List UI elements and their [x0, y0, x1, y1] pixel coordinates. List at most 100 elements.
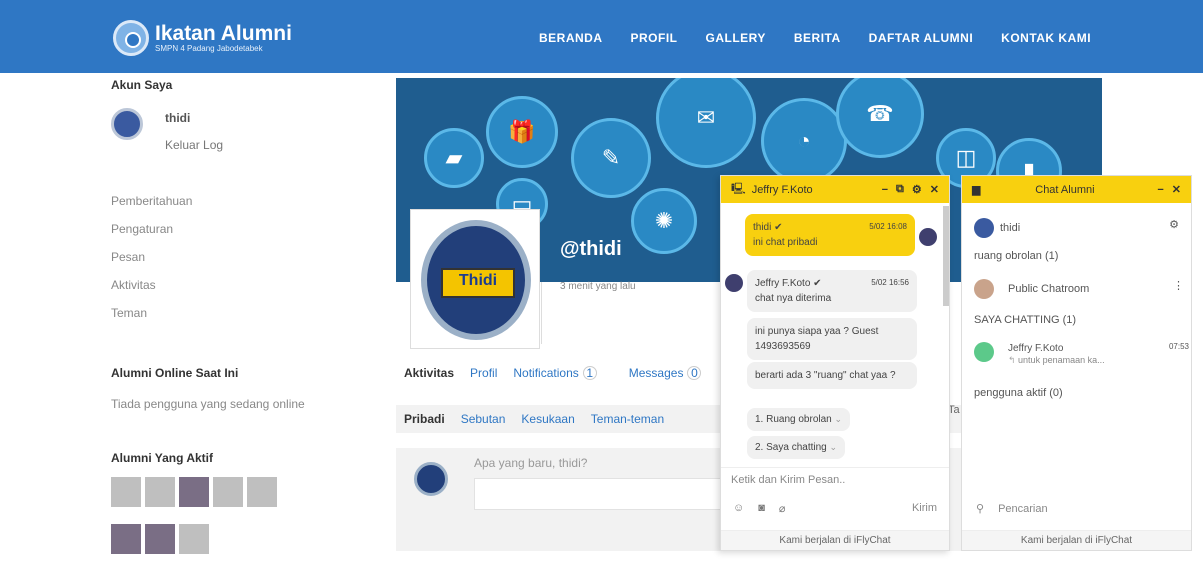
message-sender: thidi ✔	[753, 222, 783, 233]
message-text: berarti ada 3 "ruang" chat yaa ?	[755, 370, 896, 381]
msg-count-badge: 0	[687, 366, 702, 380]
close-icon[interactable]: ✕	[930, 183, 939, 196]
member-avatar[interactable]	[179, 524, 209, 554]
subtab-teman[interactable]: Teman-teman	[591, 412, 664, 426]
active-users-header: pengguna aktif (0)	[974, 387, 1063, 399]
lightbulb-icon: ✺	[631, 188, 697, 254]
nav-berita[interactable]: BERITA	[794, 31, 841, 45]
nav-beranda[interactable]: BERANDA	[539, 31, 603, 45]
room-header: ruang obrolan (1)	[974, 250, 1059, 262]
sender-avatar	[725, 274, 743, 292]
popout-icon[interactable]: ⧉	[896, 183, 904, 196]
nav-gallery[interactable]: GALLERY	[706, 31, 766, 45]
subtab-kesukaan[interactable]: Kesukaan	[521, 412, 574, 426]
site-logo[interactable]: Ikatan Alumni SMPN 4 Padang Jabodetabek	[113, 20, 292, 56]
gear-icon[interactable]: ⚙	[1169, 218, 1179, 231]
account-title: Akun Saya	[111, 78, 173, 92]
chat-title[interactable]: Jeffry F.Koto	[752, 184, 874, 196]
folder-icon: ▰	[424, 128, 484, 188]
logout-link[interactable]: Keluar Log	[165, 138, 223, 152]
message-bubble[interactable]: Jeffry F.Koto ✔ 5/02 16:56 chat nya diter…	[747, 270, 917, 312]
member-avatar[interactable]	[179, 477, 209, 507]
chatting-name: Jeffry F.Koto	[1008, 343, 1064, 354]
nav-kontak-kami[interactable]: KONTAK KAMI	[1001, 31, 1091, 45]
tab-profil[interactable]: Profil	[470, 366, 497, 380]
message-text: 1. Ruang obrolan	[755, 414, 832, 425]
nav-profil[interactable]: PROFIL	[631, 31, 678, 45]
tab-notifications[interactable]: Notifications 1	[513, 366, 612, 380]
logo-title: Ikatan Alumni	[155, 21, 292, 45]
kebab-menu-icon[interactable]: ⋮	[1173, 279, 1184, 292]
active-members-grid	[111, 477, 291, 571]
message-bubble[interactable]: thidi ✔ 5/02 16:08 ini chat pribadi	[745, 214, 915, 256]
pie-chart-icon: ◔	[761, 98, 847, 184]
search-bar[interactable]: ⚲ Pencarian	[962, 502, 1191, 516]
menu-teman[interactable]: Teman	[111, 306, 192, 334]
close-icon[interactable]: ✕	[1172, 183, 1181, 196]
menu-pengaturan[interactable]: Pengaturan	[111, 222, 192, 250]
current-user-row: thidi ⚙	[974, 218, 1179, 238]
sender-avatar	[919, 228, 937, 246]
contact-icon: ☎	[836, 78, 924, 158]
chat-bubble-icon: ▆	[972, 184, 981, 196]
menu-pemberitahuan[interactable]: Pemberitahuan	[111, 194, 192, 222]
tab-messages[interactable]: Messages 0	[629, 366, 718, 380]
post-prompt: Apa yang baru, thidi?	[474, 456, 588, 470]
top-navbar: Ikatan Alumni SMPN 4 Padang Jabodetabek …	[0, 0, 1203, 73]
member-avatar[interactable]	[145, 524, 175, 554]
chatting-header: SAYA CHATTING (1)	[974, 314, 1077, 326]
alumni-chat-header: ▆ Chat Alumni − ✕	[962, 176, 1191, 203]
message-bubble[interactable]: ini punya siapa yaa ? Guest 1493693569	[747, 318, 917, 360]
tab-notifications-label: Notifications	[513, 366, 579, 380]
message-bubble[interactable]: berarti ada 3 "ruang" chat yaa ?	[747, 362, 917, 389]
active-title: Alumni Yang Aktif	[111, 451, 214, 465]
message-bubble[interactable]: 1. Ruang obrolan ⌄	[747, 408, 851, 431]
current-user-name[interactable]: thidi	[1000, 222, 1020, 234]
alumni-chat-title[interactable]: Chat Alumni	[980, 184, 1149, 196]
chat-input[interactable]: Ketik dan Kirim Pesan..	[721, 467, 949, 493]
member-avatar[interactable]	[111, 524, 141, 554]
chevron-down-icon: ⌄	[829, 442, 838, 452]
camera-icon[interactable]: ◙	[758, 502, 765, 515]
chatting-item[interactable]: Jeffry F.Koto 07:53 ↰ untuk penamaan ka..…	[974, 342, 1189, 366]
menu-pesan[interactable]: Pesan	[111, 250, 192, 278]
emoji-icon[interactable]: ☺	[733, 502, 744, 515]
logo-subtitle: SMPN 4 Padang Jabodetabek	[155, 43, 263, 53]
member-avatar[interactable]	[145, 477, 175, 507]
minimize-icon[interactable]: −	[882, 184, 888, 196]
subtab-sebutan[interactable]: Sebutan	[461, 412, 506, 426]
chat-scrollbar[interactable]	[943, 206, 949, 306]
message-list: thidi ✔ 5/02 16:08 ini chat pribadi Jeffr…	[721, 214, 941, 462]
room-name: Public Chatroom	[1008, 282, 1090, 295]
alumni-chat-footer: Kami berjalan di iFlyChat	[962, 530, 1191, 550]
message-sender: Jeffry F.Koto ✔	[755, 278, 822, 289]
send-button[interactable]: Kirim	[912, 502, 937, 515]
divider	[541, 282, 542, 344]
subtab-pribadi[interactable]: Pribadi	[404, 412, 445, 426]
alumni-chat-panel: ▆ Chat Alumni − ✕ thidi ⚙ ruang obrolan (…	[961, 175, 1192, 551]
profile-avatar[interactable]	[410, 209, 540, 349]
attachment-icon[interactable]: ⌀	[779, 502, 786, 515]
member-avatar[interactable]	[247, 477, 277, 507]
nav-daftar-alumni[interactable]: DAFTAR ALUMNI	[869, 31, 973, 45]
member-avatar[interactable]	[213, 477, 243, 507]
chat-toolbar: ☺ ◙ ⌀ Kirim	[721, 502, 949, 515]
message-text: 2. Saya chatting	[755, 442, 827, 453]
username-link[interactable]: thidi	[165, 111, 190, 125]
settings-icon[interactable]: ⚙	[912, 183, 922, 196]
user-avatar[interactable]	[111, 108, 143, 140]
minimize-icon[interactable]: −	[1157, 184, 1163, 196]
message-text: chat nya diterima	[755, 293, 832, 304]
room-item[interactable]: Public Chatroom ⋮	[974, 279, 1184, 299]
menu-aktivitas[interactable]: Aktivitas	[111, 278, 192, 306]
post-avatar	[414, 462, 448, 496]
message-text: ini chat pribadi	[753, 237, 818, 248]
mail-icon: ✉	[656, 78, 756, 168]
tab-aktivitas[interactable]: Aktivitas	[404, 366, 454, 380]
search-input[interactable]: Pencarian	[998, 503, 1048, 515]
sidebar: Akun Saya thidi Keluar Log Pemberitahuan…	[111, 78, 351, 554]
chevron-down-icon: ⌄	[834, 414, 843, 424]
message-bubble[interactable]: 2. Saya chatting ⌄	[747, 436, 846, 459]
member-avatar[interactable]	[111, 477, 141, 507]
message-time: 5/02 16:56	[871, 278, 909, 287]
